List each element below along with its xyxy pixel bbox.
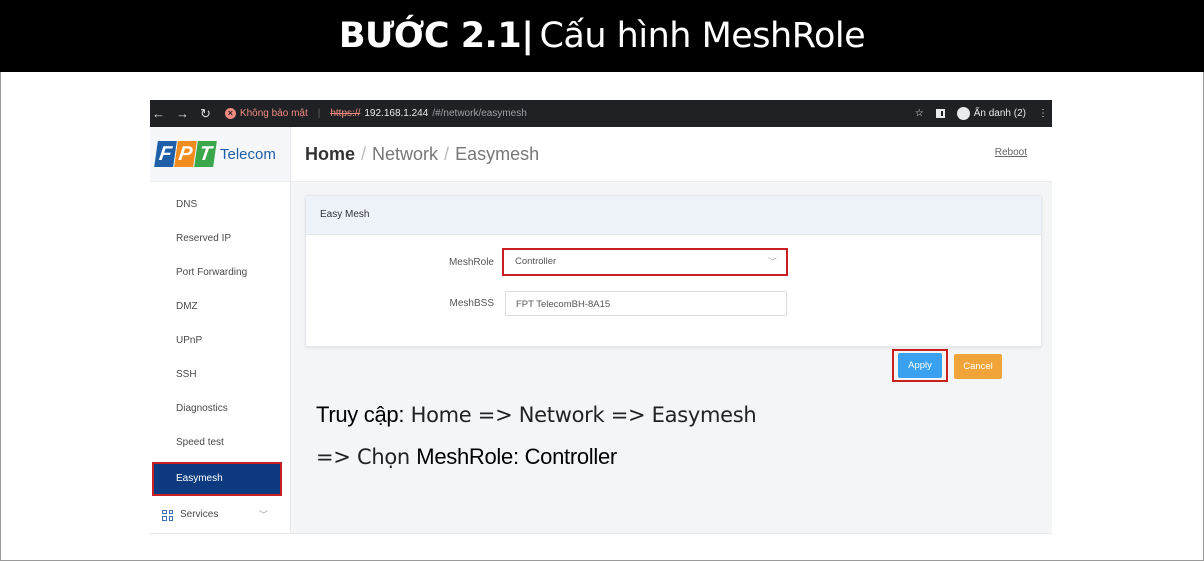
sidebar-item-port-forwarding[interactable]: Port Forwarding (150, 256, 290, 290)
chevron-down-icon: ﹀ (258, 510, 268, 520)
meshrole-select[interactable]: Controller ﹀ (505, 251, 785, 273)
browser-nav: ← → ↻ (150, 106, 211, 122)
star-icon[interactable]: ☆ (915, 108, 924, 119)
sidebar-item-services-label: Services (180, 509, 219, 520)
instruction-prefix: => Chọn (316, 445, 410, 469)
meshrole-value: Controller (515, 256, 557, 267)
logo-brand: Telecom (220, 145, 276, 163)
meshbss-input[interactable]: FPT TelecomBH-8A15 (505, 291, 787, 316)
browser-toolbar: ← → ↻ × Không bảo mật | https:// 192.168… (150, 100, 1052, 127)
side-panel-icon[interactable] (935, 109, 945, 118)
sidebar-item-reserved-ip[interactable]: Reserved IP (150, 222, 290, 256)
instruction-target: MeshRole: Controller (416, 444, 617, 469)
breadcrumb: Home / Network / Easymesh (305, 144, 539, 165)
logo-letter-f: F (154, 141, 177, 167)
slide-title-text: Cấu hình MeshRole (539, 16, 866, 56)
meshbss-row: MeshBSS FPT TelecomBH-8A15 (306, 291, 787, 316)
instruction-bold: Truy cập: (316, 402, 405, 427)
slide-title-step: BƯỚC 2.1| (338, 16, 534, 56)
url-host: 192.168.1.244 (364, 108, 429, 119)
sidebar-item-speed-test[interactable]: Speed test (150, 426, 290, 460)
meshbss-value: FPT TelecomBH-8A15 (516, 299, 611, 310)
forward-icon[interactable]: → (176, 106, 189, 121)
card-title: Easy Mesh (306, 196, 1041, 235)
sidebar-item-easymesh[interactable]: Easymesh (152, 462, 282, 496)
sidebar: F P T Telecom DNS Reserved IP Port Forwa… (150, 127, 291, 533)
logo-letter-p: P (174, 141, 197, 167)
breadcrumb-easymesh: Easymesh (455, 143, 540, 164)
fpt-telecom-logo[interactable]: F P T Telecom (150, 127, 290, 182)
apply-button[interactable]: Apply (898, 353, 942, 378)
meshrole-label: MeshRole (448, 256, 494, 268)
back-icon[interactable]: ← (152, 106, 165, 121)
url-path: /#/network/easymesh (432, 108, 527, 119)
topbar: Home / Network / Easymesh Reboot (291, 127, 1052, 182)
sidebar-item-upnp[interactable]: UPnP (150, 324, 290, 358)
breadcrumb-network[interactable]: Network (372, 144, 438, 164)
apply-highlight: Apply (892, 349, 948, 382)
sidebar-item-ssh[interactable]: SSH (150, 358, 290, 392)
slide-title: BƯỚC 2.1| Cấu hình MeshRole (0, 0, 1204, 72)
sidebar-item-dns[interactable]: DNS (150, 188, 290, 222)
instruction-path: Home => Network => Easymesh (410, 403, 757, 427)
easy-mesh-card: Easy Mesh MeshRole Controller ﹀ MeshBSS … (305, 195, 1042, 347)
incognito-profile[interactable]: Ẩn danh (2) (956, 107, 1026, 120)
reload-icon[interactable]: ↻ (200, 106, 211, 122)
meshrole-row: MeshRole Controller ﹀ (306, 248, 788, 276)
address-separator: | (317, 108, 321, 119)
not-secure-icon: × (224, 108, 236, 119)
breadcrumb-separator: / (361, 143, 367, 164)
reboot-link[interactable]: Reboot (995, 147, 1027, 158)
router-admin-app: F P T Telecom DNS Reserved IP Port Forwa… (150, 127, 1052, 533)
incognito-icon (956, 107, 970, 120)
sidebar-item-services[interactable]: Services ﹀ (150, 498, 290, 532)
security-warning: Không bảo mật (239, 108, 308, 119)
breadcrumb-home[interactable]: Home (305, 144, 355, 164)
browser-actions: ☆ Ẩn danh (2) ⋮ (915, 100, 1048, 127)
breadcrumb-separator: / (444, 143, 450, 164)
cancel-button[interactable]: Cancel (954, 354, 1002, 379)
instruction-line-1: Truy cập: Home => Network => Easymesh (316, 402, 757, 428)
sidebar-menu: DNS Reserved IP Port Forwarding DMZ UPnP… (150, 182, 290, 532)
main-content: Home / Network / Easymesh Reboot Easy Mesh M… (291, 127, 1052, 533)
instruction-line-2: => Chọn MeshRole: Controller (316, 444, 617, 470)
meshrole-highlight: Controller ﹀ (502, 248, 788, 276)
profile-label: Ẩn danh (2) (973, 108, 1026, 119)
address-bar[interactable]: × Không bảo mật | https:// 192.168.1.244… (224, 108, 527, 119)
sidebar-item-diagnostics[interactable]: Diagnostics (150, 392, 290, 426)
meshbss-label: MeshBSS (449, 298, 494, 309)
url-scheme: https:// (330, 108, 361, 119)
sidebar-item-dmz[interactable]: DMZ (150, 290, 290, 324)
kebab-menu-icon[interactable]: ⋮ (1038, 108, 1048, 119)
logo-letter-t: T (194, 141, 217, 167)
chevron-down-icon: ﹀ (767, 257, 777, 267)
grid-icon (162, 509, 173, 521)
divider (150, 533, 1052, 534)
